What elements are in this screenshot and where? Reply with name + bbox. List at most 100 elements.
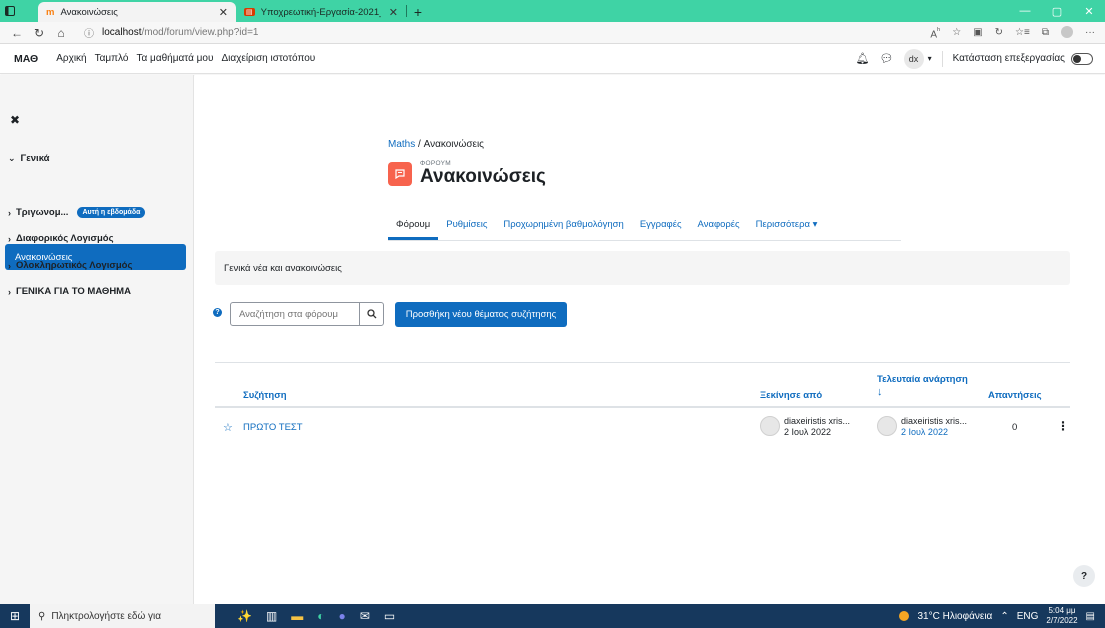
weather-icon[interactable] <box>899 611 910 621</box>
close-tab-icon[interactable]: ✕ <box>219 6 228 19</box>
url-path: /mod/forum/view.php?id=1 <box>141 27 259 38</box>
browser-tab-bar: m Ανακοινώσεις ✕ ▤ Υποχρεωτική-Εργασία-2… <box>0 0 1105 22</box>
home-icon[interactable]: ⌂ <box>50 26 72 40</box>
nav-site-admin[interactable]: Διαχείριση ιστοτόπου <box>221 53 315 64</box>
tab-subscriptions[interactable]: Εγγραφές <box>632 219 690 240</box>
profile-icon[interactable] <box>1061 26 1073 39</box>
edge-icon[interactable]: ◐ <box>317 609 324 623</box>
replies-count: 0 <box>1012 422 1018 433</box>
app-icon[interactable]: ▭ <box>384 609 395 623</box>
help-icon[interactable]: ? <box>213 308 222 317</box>
section-label: Γενικά <box>20 153 50 164</box>
edit-mode-toggle[interactable] <box>1071 52 1093 65</box>
user-menu[interactable]: dx ▾ <box>903 48 932 69</box>
nav-my-courses[interactable]: Τα μαθήματά μου <box>136 53 213 64</box>
browser-tab-pdf[interactable]: ▤ Υποχρεωτική-Εργασία-2021_20 ✕ <box>236 2 406 22</box>
task-view-icon[interactable]: ▥ <box>266 609 277 623</box>
tab-actions-icon[interactable] <box>0 0 20 22</box>
tab-settings[interactable]: Ρυθμίσεις <box>438 219 495 240</box>
refresh-ext-icon[interactable]: ↻ <box>995 27 1003 38</box>
search-input[interactable] <box>231 308 359 320</box>
new-tab-button[interactable]: + <box>407 2 429 22</box>
windows-taskbar: ⊞ ⚲ Πληκτρολογήστε εδώ για ✨ ▥ ▬ ◐ ● ✉ ▭… <box>0 604 1105 628</box>
header-replies[interactable]: Απαντήσεις <box>988 390 1042 401</box>
close-drawer-icon[interactable]: ✖ <box>10 113 20 127</box>
avatar <box>760 416 780 436</box>
favorites-list-icon[interactable]: ☆≡ <box>1015 27 1030 38</box>
bell-icon[interactable]: 🔔︎ <box>856 52 870 65</box>
nav-home[interactable]: Αρχική <box>56 53 86 64</box>
weather-text[interactable]: 31°C Ηλιοφάνεια <box>917 611 992 622</box>
breadcrumb-course-link[interactable]: Maths <box>388 139 415 150</box>
taskbar-search[interactable]: ⚲ Πληκτρολογήστε εδώ για <box>30 604 215 628</box>
forum-search <box>230 302 384 326</box>
close-window-icon[interactable]: ✕ <box>1073 5 1105 18</box>
site-brand[interactable]: ΜΑΘ <box>14 53 38 65</box>
tab-advanced-grading[interactable]: Προχωρημένη βαθμολόγηση <box>495 219 631 240</box>
clock[interactable]: 5:04 μμ 2/7/2022 <box>1046 606 1077 626</box>
tab-label: Ανακοινώσεις <box>60 6 118 18</box>
search-icon <box>366 309 376 319</box>
section-general[interactable]: ⌄ Γενικά <box>8 153 50 164</box>
section-label: Διαφορικός Λογισμός <box>16 233 114 244</box>
tab-label: Υποχρεωτική-Εργασία-2021_20 <box>260 6 381 18</box>
section-differential[interactable]: › Διαφορικός Λογισμός <box>8 233 114 244</box>
read-aloud-icon[interactable]: Aʰ <box>930 25 940 40</box>
mail-icon[interactable]: ✉ <box>360 609 370 623</box>
minimize-icon[interactable]: — <box>1009 5 1041 17</box>
chevron-right-icon: › <box>8 286 11 297</box>
page-header: ΦΟΡΟΥΜ Ανακοινώσεις <box>388 160 546 187</box>
add-discussion-button[interactable]: Προσθήκη νέου θέματος συζήτησης <box>395 302 567 327</box>
help-float-button[interactable]: ? <box>1073 565 1095 587</box>
back-icon[interactable]: ← <box>6 26 28 40</box>
widget-icon[interactable]: ✨ <box>237 609 252 623</box>
tab-reports[interactable]: Αναφορές <box>690 219 748 240</box>
header-last-post[interactable]: Τελευταία ανάρτηση <box>877 374 968 385</box>
secondary-navigation: Φόρουμ Ρυθμίσεις Προχωρημένη βαθμολόγηση… <box>388 213 901 241</box>
section-course-general[interactable]: › ΓΕΝΙΚΑ ΓΙΑ ΤΟ ΜΑΘΗΜΑ <box>8 286 131 297</box>
sort-arrow-icon[interactable]: ↓ <box>877 386 883 398</box>
chat-icon[interactable]: 💬︎ <box>880 52 894 65</box>
forum-icon <box>388 161 412 186</box>
refresh-icon[interactable]: ↻ <box>28 26 50 40</box>
course-index-drawer: ✖ ⌄ Γενικά Ανακοινώσεις › Τριγωνομ... Αυ… <box>0 75 194 604</box>
tab-more[interactable]: Περισσότερα ▾ <box>748 219 826 240</box>
more-actions-icon[interactable]: ⋮ <box>1057 419 1069 433</box>
windows-start-icon[interactable]: ⊞ <box>0 609 30 623</box>
tab-forum[interactable]: Φόρουμ <box>388 219 439 240</box>
search-button[interactable] <box>359 303 383 325</box>
url-field[interactable]: ⓘ localhost/mod/forum/view.php?id=1 <box>84 25 258 40</box>
extension-icon[interactable]: ▣ <box>973 27 982 38</box>
edit-mode-switch[interactable]: Κατάσταση επεξεργασίας <box>953 52 1093 65</box>
this-week-badge: Αυτή η εβδομάδα <box>77 207 146 218</box>
browser-tab-announcements[interactable]: m Ανακοινώσεις ✕ <box>38 2 236 22</box>
teams-icon[interactable]: ● <box>339 609 346 623</box>
main-region: Maths / Ανακοινώσεις ΦΟΡΟΥΜ Ανακοινώσεις… <box>195 75 1105 604</box>
collections-icon[interactable]: ⧉ <box>1042 27 1049 38</box>
star-icon[interactable]: ☆ <box>223 421 233 434</box>
language-indicator[interactable]: ENG <box>1017 611 1039 622</box>
close-tab-icon[interactable]: ✕ <box>389 6 398 19</box>
starter-name: diaxeiristis xris... <box>784 416 851 426</box>
section-integral[interactable]: › Ολοκληρωτικός Λογισμός <box>8 260 132 271</box>
discussion-link[interactable]: ΠΡΩΤΟ ΤΕΣΤ <box>243 422 303 433</box>
nav-dashboard[interactable]: Ταμπλό <box>95 53 129 64</box>
site-navbar: ΜΑΘ Αρχική Ταμπλό Τα μαθήματά μου Διαχεί… <box>0 44 1105 74</box>
file-explorer-icon[interactable]: ▬ <box>291 609 303 623</box>
info-icon[interactable]: ⓘ <box>84 25 94 40</box>
section-label: Τριγωνομ... <box>16 207 69 218</box>
maximize-icon[interactable]: ▢ <box>1041 5 1073 18</box>
forum-intro-text: Γενικά νέα και ανακοινώσεις <box>224 262 342 274</box>
header-started-by[interactable]: Ξεκίνησε από <box>760 390 822 401</box>
section-trigonometry[interactable]: › Τριγωνομ... Αυτή η εβδομάδα <box>8 207 146 218</box>
table-row[interactable]: ☆ ΠΡΩΤΟ ΤΕΣΤ diaxeiristis xris... 2 Ιουλ… <box>215 408 1070 450</box>
more-icon[interactable]: ··· <box>1085 27 1095 38</box>
system-tray: 31°C Ηλιοφάνεια ⌃ ENG 5:04 μμ 2/7/2022 ▤ <box>899 606 1105 626</box>
last-post-date-link[interactable]: 2 Ιουλ 2022 <box>901 427 967 438</box>
avatar <box>877 416 897 436</box>
favorite-icon[interactable]: ☆ <box>952 27 961 38</box>
notification-icon[interactable]: ▤ <box>1086 611 1095 622</box>
chevron-up-icon[interactable]: ⌃ <box>1000 611 1008 622</box>
header-discussion[interactable]: Συζήτηση <box>243 390 287 401</box>
starter-date: 2 Ιουλ 2022 <box>784 427 831 437</box>
